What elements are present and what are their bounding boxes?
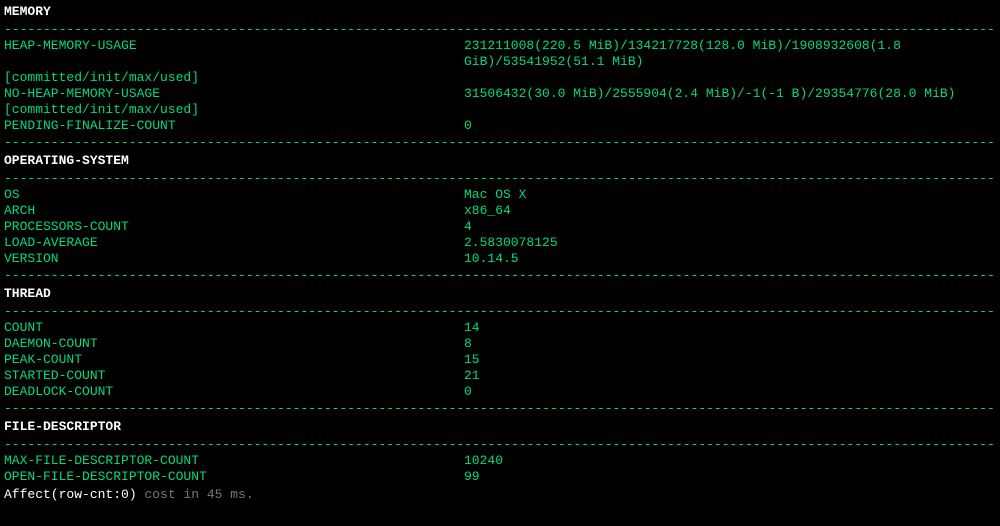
row-key: DAEMON-COUNT [4, 336, 464, 352]
row-value: 15 [464, 352, 996, 368]
horizontal-rule: ----------------------------------------… [4, 21, 996, 38]
table-row: [committed/init/max/used] [4, 70, 996, 86]
table-row: DAEMON-COUNT 8 [4, 336, 996, 352]
row-key: OPEN-FILE-DESCRIPTOR-COUNT [4, 469, 464, 485]
row-value: 0 [464, 118, 996, 134]
row-key: [committed/init/max/used] [4, 102, 464, 118]
horizontal-rule: ----------------------------------------… [4, 436, 996, 453]
row-value: 4 [464, 219, 996, 235]
table-row: VERSION 10.14.5 [4, 251, 996, 267]
row-value: 8 [464, 336, 996, 352]
status-affect: Affect(row-cnt:0) [4, 487, 137, 502]
row-key: PROCESSORS-COUNT [4, 219, 464, 235]
table-row: NO-HEAP-MEMORY-USAGE 31506432(30.0 MiB)/… [4, 86, 996, 102]
horizontal-rule: ----------------------------------------… [4, 134, 996, 151]
table-row: COUNT 14 [4, 320, 996, 336]
table-row: DEADLOCK-COUNT 0 [4, 384, 996, 400]
table-row: PROCESSORS-COUNT 4 [4, 219, 996, 235]
table-row: [committed/init/max/used] [4, 102, 996, 118]
row-value: 21 [464, 368, 996, 384]
row-key: [committed/init/max/used] [4, 70, 464, 86]
horizontal-rule: ----------------------------------------… [4, 400, 996, 417]
row-value: 2.5830078125 [464, 235, 996, 251]
row-value: 0 [464, 384, 996, 400]
table-row: MAX-FILE-DESCRIPTOR-COUNT 10240 [4, 453, 996, 469]
row-value: Mac OS X [464, 187, 996, 203]
table-row: HEAP-MEMORY-USAGE 231211008(220.5 MiB)/1… [4, 38, 996, 70]
row-value: 10240 [464, 453, 996, 469]
row-value: x86_64 [464, 203, 996, 219]
table-row: OPEN-FILE-DESCRIPTOR-COUNT 99 [4, 469, 996, 485]
status-line: Affect(row-cnt:0) cost in 45 ms. [4, 485, 996, 502]
row-value [464, 70, 996, 86]
row-key: COUNT [4, 320, 464, 336]
row-value: 14 [464, 320, 996, 336]
memory-section-header: MEMORY [4, 2, 996, 21]
row-key: MAX-FILE-DESCRIPTOR-COUNT [4, 453, 464, 469]
horizontal-rule: ----------------------------------------… [4, 170, 996, 187]
table-row: PENDING-FINALIZE-COUNT 0 [4, 118, 996, 134]
row-value: 231211008(220.5 MiB)/134217728(128.0 MiB… [464, 38, 996, 70]
table-row: PEAK-COUNT 15 [4, 352, 996, 368]
row-key: NO-HEAP-MEMORY-USAGE [4, 86, 464, 102]
row-value: 31506432(30.0 MiB)/2555904(2.4 MiB)/-1(-… [464, 86, 996, 102]
row-key: VERSION [4, 251, 464, 267]
table-row: ARCH x86_64 [4, 203, 996, 219]
table-row: STARTED-COUNT 21 [4, 368, 996, 384]
row-value: 10.14.5 [464, 251, 996, 267]
fd-section-header: FILE-DESCRIPTOR [4, 417, 996, 436]
table-row: LOAD-AVERAGE 2.5830078125 [4, 235, 996, 251]
os-section-header: OPERATING-SYSTEM [4, 151, 996, 170]
horizontal-rule: ----------------------------------------… [4, 303, 996, 320]
row-value [464, 102, 996, 118]
row-value: 99 [464, 469, 996, 485]
thread-section-header: THREAD [4, 284, 996, 303]
row-key: ARCH [4, 203, 464, 219]
row-key: OS [4, 187, 464, 203]
horizontal-rule: ----------------------------------------… [4, 267, 996, 284]
row-key: STARTED-COUNT [4, 368, 464, 384]
row-key: HEAP-MEMORY-USAGE [4, 38, 464, 70]
table-row: OS Mac OS X [4, 187, 996, 203]
row-key: LOAD-AVERAGE [4, 235, 464, 251]
row-key: DEADLOCK-COUNT [4, 384, 464, 400]
row-key: PEAK-COUNT [4, 352, 464, 368]
row-key: PENDING-FINALIZE-COUNT [4, 118, 464, 134]
status-cost: cost in 45 ms. [137, 487, 254, 502]
